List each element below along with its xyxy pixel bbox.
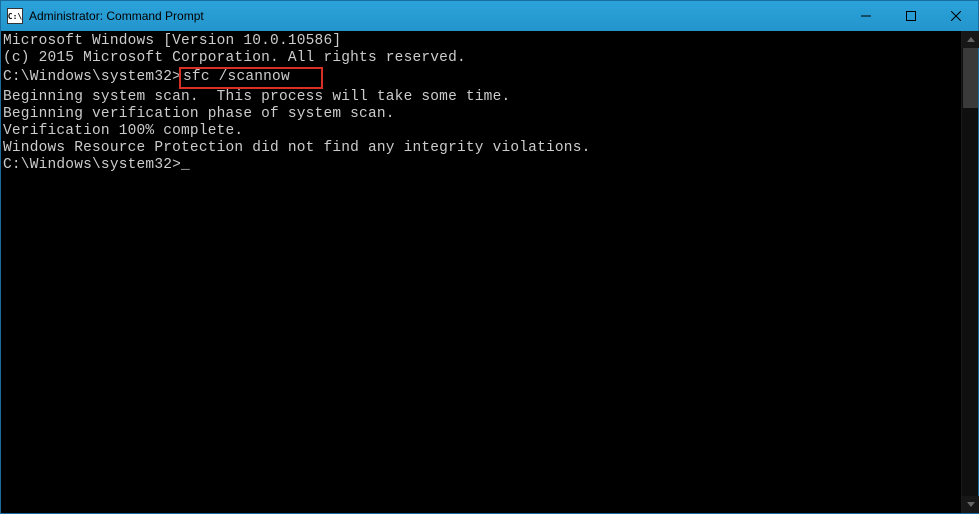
maximize-button[interactable] — [888, 1, 933, 30]
output-line: Verification 100% complete. — [3, 123, 961, 140]
app-icon: C:\ — [7, 8, 23, 24]
window-title: Administrator: Command Prompt — [29, 9, 843, 23]
typed-command: sfc /scannow — [183, 69, 290, 85]
close-button[interactable] — [933, 1, 978, 30]
scrollbar-thumb[interactable] — [963, 48, 978, 108]
minimize-icon — [861, 11, 871, 21]
minimize-button[interactable] — [843, 1, 888, 30]
cursor: _ — [181, 157, 190, 174]
output-line: Microsoft Windows [Version 10.0.10586] — [3, 33, 961, 50]
vertical-scrollbar[interactable] — [961, 31, 978, 513]
window-controls — [843, 1, 978, 31]
scroll-down-icon[interactable] — [962, 496, 979, 513]
output-line: Beginning system scan. This process will… — [3, 89, 961, 106]
command-highlight: sfc /scannow — [179, 67, 323, 89]
scroll-up-icon[interactable] — [962, 31, 979, 48]
output-line: Beginning verification phase of system s… — [3, 106, 961, 123]
maximize-icon — [906, 11, 916, 21]
prompt-path: C:\Windows\system32> — [3, 69, 181, 85]
output-line: Windows Resource Protection did not find… — [3, 140, 961, 157]
output-line: (c) 2015 Microsoft Corporation. All righ… — [3, 50, 961, 67]
output-line: C:\Windows\system32>_ — [3, 157, 961, 174]
terminal-area: Microsoft Windows [Version 10.0.10586](c… — [1, 31, 978, 513]
close-icon — [951, 11, 961, 21]
app-icon-text: C:\ — [8, 12, 22, 21]
output-line: C:\Windows\system32>sfc /scannow — [3, 67, 961, 89]
prompt-path: C:\Windows\system32> — [3, 157, 181, 173]
terminal-output[interactable]: Microsoft Windows [Version 10.0.10586](c… — [1, 31, 961, 513]
titlebar[interactable]: C:\ Administrator: Command Prompt — [1, 1, 978, 31]
command-prompt-window: C:\ Administrator: Command Prompt — [0, 0, 979, 514]
